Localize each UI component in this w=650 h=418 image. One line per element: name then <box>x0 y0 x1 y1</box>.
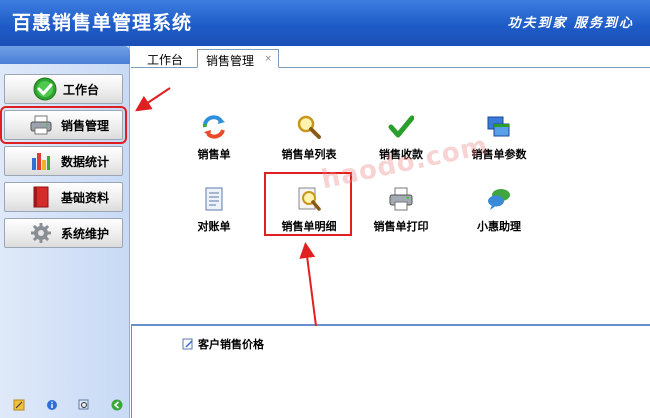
recycle-icon <box>202 115 225 139</box>
tab-workbench[interactable]: 工作台 <box>139 49 191 68</box>
bar-chart-icon <box>29 149 53 173</box>
search-icon[interactable] <box>77 398 91 412</box>
function-statement[interactable]: 对账单 <box>164 186 264 234</box>
sidebar-item-workbench[interactable]: 工作台 <box>4 74 123 104</box>
check-circle-icon <box>33 77 57 101</box>
function-customer-sales-price[interactable]: 客户销售价格 <box>182 336 264 352</box>
chat-icon <box>488 189 510 210</box>
sidebar-item-label: 数据统计 <box>61 154 110 169</box>
sidebar: 工作台 销售管理 数据统计 基础资料 系统维护 <box>0 46 130 418</box>
book-icon <box>29 185 53 209</box>
sidebar-item-label: 系统维护 <box>61 226 110 241</box>
sidebar-item-system-maintenance[interactable]: 系统维护 <box>4 218 123 248</box>
app-title: 百惠销售单管理系统 <box>12 12 193 34</box>
title-bar: 百惠销售单管理系统 功夫到家 服务到心 <box>0 0 650 46</box>
sidebar-item-label: 基础资料 <box>61 190 110 205</box>
back-icon[interactable] <box>110 398 124 412</box>
slogan: 功夫到家 服务到心 <box>507 16 634 31</box>
function-panel: 销售单 销售单列表 销售收款 销售单参数 对账单 销售单明细 销售单打印 小惠助… <box>131 68 650 324</box>
tab-sales-management[interactable]: 销售管理 × <box>197 49 280 68</box>
function-sales-order-print[interactable]: 销售单打印 <box>351 186 451 234</box>
printer-icon <box>389 187 413 211</box>
function-label: 小惠助理 <box>477 220 521 233</box>
edit-icon <box>182 338 193 350</box>
function-assistant[interactable]: 小惠助理 <box>449 186 549 234</box>
function-label: 销售单打印 <box>373 220 429 233</box>
windows-icon <box>487 116 510 137</box>
function-label: 对账单 <box>197 220 231 233</box>
sidebar-item-statistics[interactable]: 数据统计 <box>4 146 123 176</box>
tab-label: 销售管理 <box>206 54 255 68</box>
document-icon <box>205 187 223 211</box>
function-label: 销售单 <box>197 148 231 161</box>
gear-icon <box>29 221 53 245</box>
sidebar-item-basic-data[interactable]: 基础资料 <box>4 182 123 212</box>
function-sales-order-list[interactable]: 销售单列表 <box>259 114 359 162</box>
printer-icon <box>29 113 53 137</box>
magnifier-icon <box>297 115 321 139</box>
edit-icon[interactable] <box>12 398 26 412</box>
sidebar-header <box>0 46 130 64</box>
sidebar-item-label: 销售管理 <box>61 118 110 133</box>
function-label: 客户销售价格 <box>198 338 264 351</box>
function-sales-order[interactable]: 销售单 <box>164 114 264 162</box>
sidebar-item-label: 工作台 <box>63 82 100 97</box>
info-icon[interactable] <box>45 398 59 412</box>
sidebar-footer <box>12 398 124 412</box>
lower-panel: 客户销售价格 <box>131 324 650 418</box>
tab-bar: 工作台 销售管理 × <box>131 46 650 68</box>
close-icon[interactable]: × <box>264 54 272 64</box>
sidebar-item-sales-management[interactable]: 销售管理 <box>0 106 127 144</box>
checkmark-icon <box>388 115 414 138</box>
